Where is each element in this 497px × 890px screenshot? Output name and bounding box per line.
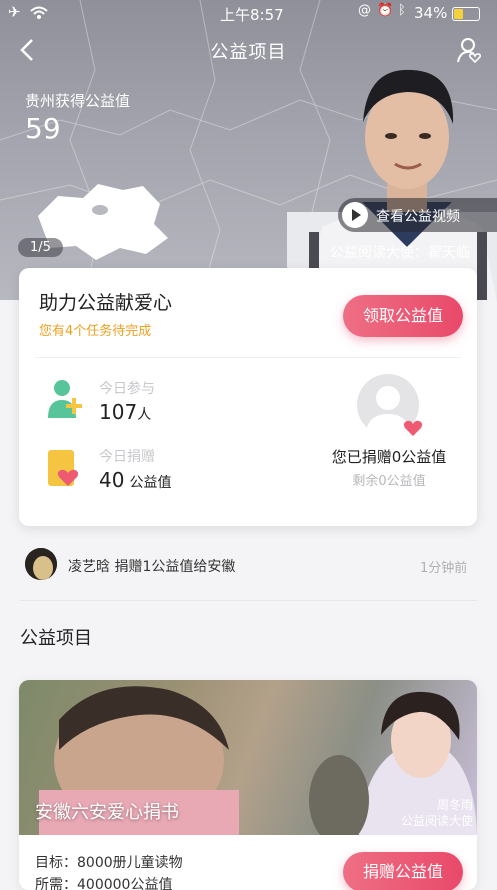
page-indicator: 1/5 [18, 238, 63, 257]
donated-total: 您已捐赠0公益值 [331, 448, 447, 466]
nav-bar: 公益项目 [0, 26, 497, 74]
task-card-subtitle: 您有4个任务待完成 [39, 324, 152, 339]
claim-points-button[interactable]: 领取公益值 [343, 295, 463, 337]
bluetooth-icon: ᛒ [398, 3, 406, 18]
donation-feed-text: 凌艺晗 捐赠1公益值给安徽 [68, 559, 236, 575]
today-donate-value: 40 [99, 468, 125, 492]
airplane-icon: ✈ [8, 3, 21, 21]
watch-video-button[interactable]: 查看公益视频 [338, 198, 497, 232]
battery-percent: 34% [414, 4, 448, 22]
divider [35, 357, 461, 358]
region-label: 贵州获得公益值 [25, 92, 131, 110]
today-donate-label: 今日捐赠 [99, 449, 155, 465]
donate-points-button[interactable]: 捐赠公益值 [343, 852, 463, 890]
page-title: 公益项目 [210, 42, 287, 63]
user-heart-icon[interactable] [456, 36, 482, 64]
alarm-icon: ⏰ [377, 3, 394, 18]
today-join-unit: 人 [137, 407, 152, 423]
project-card[interactable]: 安徽六安爱心捐书 周冬雨 公益阅读大使 目标：8000册儿童读物 所需：4000… [19, 680, 477, 890]
project-ambassador-role: 公益阅读大使 [401, 814, 474, 828]
play-icon [342, 202, 368, 228]
today-donate-stat: 40 公益值 [99, 468, 172, 492]
heart-icon [403, 420, 423, 436]
clock-time: 上午8:57 [220, 6, 284, 24]
today-join-stat: 107人 [99, 400, 151, 424]
donate-heart-icon [48, 450, 79, 486]
donation-feed-time: 1分钟前 [420, 561, 468, 576]
region-value: 59 [25, 112, 61, 145]
project-name: 安徽六安爱心捐书 [35, 802, 179, 823]
section-title: 公益项目 [20, 628, 92, 649]
ambassador-photo [287, 69, 497, 300]
wifi-icon [30, 6, 48, 19]
today-join-label: 今日参与 [99, 381, 155, 397]
at-icon: @ [358, 3, 371, 18]
status-bar: ✈ 上午8:57 @ ⏰ ᛒ 34% [0, 0, 497, 26]
task-card-title: 助力公益献爱心 [39, 292, 173, 314]
add-user-icon [48, 380, 82, 418]
today-join-value: 107 [99, 400, 138, 424]
ambassador-caption: 公益阅读大使：翟天临 [330, 245, 470, 261]
battery-icon [452, 7, 480, 21]
battery-level [454, 9, 463, 19]
remaining-points: 剩余0公益值 [352, 474, 426, 489]
project-ambassador-name: 周冬雨 [437, 798, 474, 812]
today-donate-unit: 公益值 [129, 475, 172, 491]
feed-avatar [25, 548, 57, 580]
divider [20, 600, 477, 601]
project-requirement: 所需：400000公益值 [35, 877, 173, 890]
project-goal: 目标：8000册儿童读物 [35, 855, 183, 871]
watch-video-label: 查看公益视频 [376, 209, 460, 225]
feed-avatar-image [25, 548, 57, 580]
task-card: 助力公益献爱心 您有4个任务待完成 领取公益值 今日参与 107人 今日捐赠 4… [19, 268, 477, 526]
